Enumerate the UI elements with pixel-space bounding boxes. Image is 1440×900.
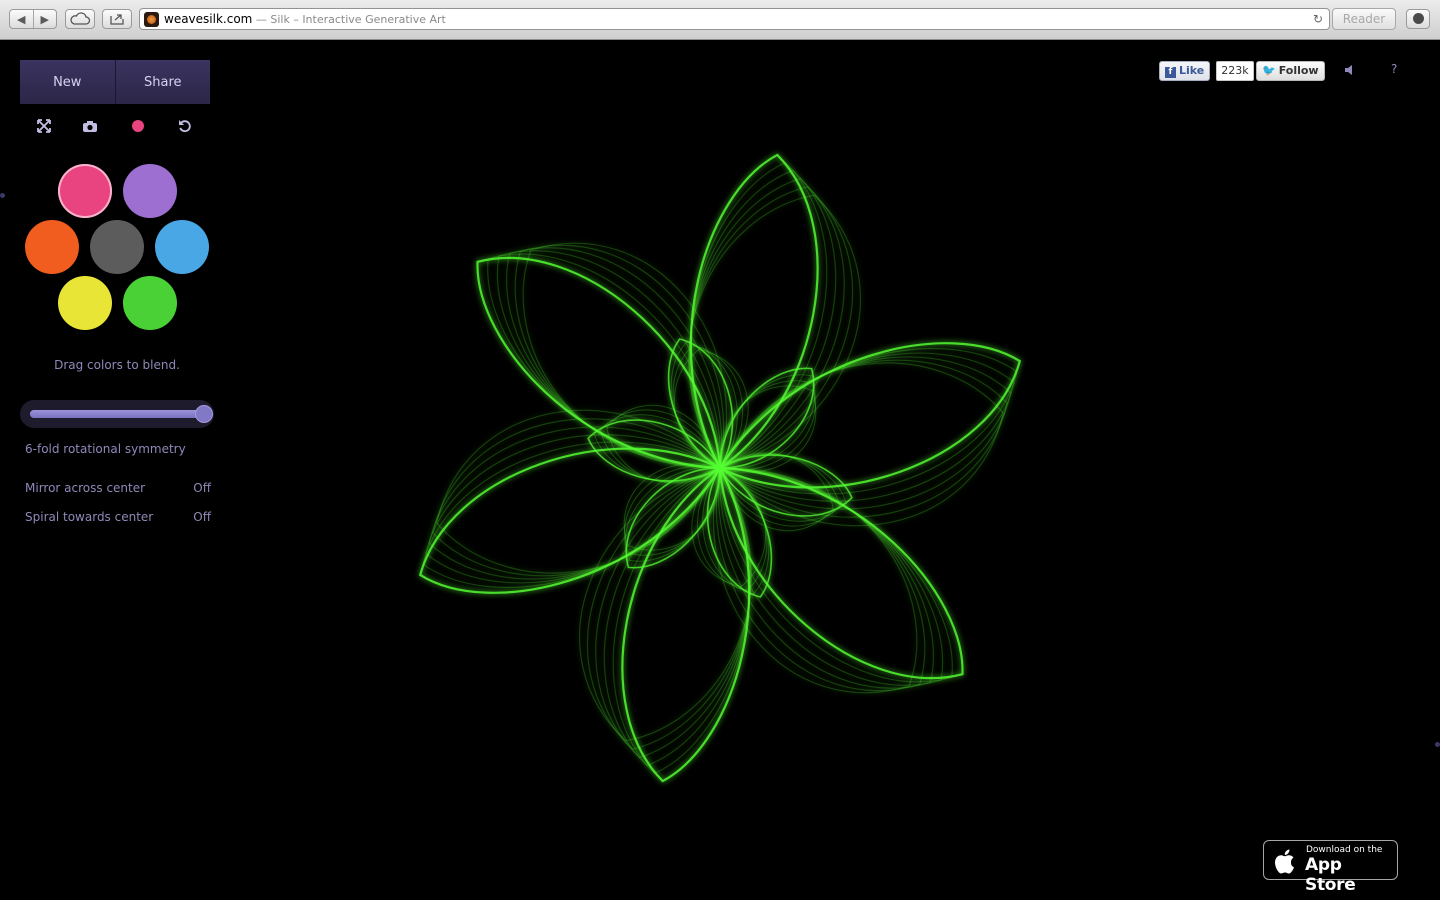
color-swatch-orange[interactable] (25, 220, 79, 274)
address-bar[interactable]: weavesilk.com — Silk – Interactive Gener… (139, 8, 1330, 30)
reader-button[interactable]: Reader (1332, 8, 1396, 30)
app-store-badge[interactable]: Download on the App Store (1263, 840, 1398, 895)
silk-stroke (719, 352, 1015, 502)
silk-stroke (436, 409, 721, 574)
silk-stroke (688, 186, 854, 469)
slider-handle[interactable] (195, 405, 213, 423)
url-text: weavesilk.com — Silk – Interactive Gener… (164, 12, 446, 26)
reload-icon[interactable]: ↻ (1313, 12, 1323, 26)
page-title: Silk – Interactive Generative Art (270, 13, 446, 26)
color-swatch-yellow[interactable] (58, 276, 112, 330)
top-actions: New Share (20, 60, 210, 104)
downloads-icon[interactable] (1406, 9, 1430, 29)
back-button[interactable]: ◀ (10, 10, 33, 28)
nav-buttons: ◀ ▶ (9, 9, 57, 29)
fullscreen-icon[interactable] (35, 117, 53, 135)
apple-icon (1275, 849, 1294, 874)
left-edge-dot (0, 193, 5, 198)
silk-flower (418, 153, 1022, 783)
color-swatch-blue[interactable] (155, 220, 209, 274)
app-store-big-text: App Store (1305, 855, 1356, 895)
mirror-toggle[interactable]: Off (193, 481, 211, 495)
color-swatch-pink[interactable] (58, 164, 112, 218)
color-swatch-green[interactable] (123, 276, 177, 330)
app-store-small-text: Download on the (1306, 845, 1383, 855)
twitter-bird-icon: 🐦 (1262, 64, 1276, 77)
title-separator: — (252, 13, 271, 26)
spiral-toggle[interactable]: Off (193, 510, 211, 524)
new-button[interactable]: New (20, 60, 115, 104)
spiral-label: Spiral towards center (25, 510, 154, 524)
symmetry-slider[interactable] (20, 400, 214, 428)
like-count: 223k (1216, 61, 1254, 81)
mirror-option[interactable]: Mirror across center Off (25, 481, 211, 495)
share-button[interactable]: Share (114, 60, 210, 104)
like-label: Like (1179, 64, 1205, 77)
silk-stroke (719, 362, 1004, 527)
symmetry-label: 6-fold rotational symmetry (25, 442, 186, 456)
silk-stroke (586, 467, 752, 750)
facebook-like-widget: f Like 223k (1159, 61, 1254, 81)
share-page-button[interactable] (102, 9, 132, 29)
blend-hint: Drag colors to blend. (54, 358, 180, 372)
help-button[interactable]: ? (1391, 62, 1397, 76)
undo-icon[interactable] (176, 117, 194, 135)
cloud-icon (70, 12, 91, 25)
sound-icon[interactable] (1344, 63, 1356, 77)
url-domain: weavesilk.com (164, 12, 253, 26)
facebook-icon: f (1165, 67, 1176, 78)
slider-fill (30, 410, 204, 418)
record-icon[interactable] (129, 117, 147, 135)
browser-toolbar: ◀ ▶ weavesilk.com — Silk – Interactive G… (0, 0, 1440, 40)
facebook-like-button[interactable]: f Like (1159, 61, 1211, 81)
forward-button[interactable]: ▶ (32, 10, 57, 28)
color-swatch-gray[interactable] (90, 220, 144, 274)
follow-label: Follow (1278, 64, 1319, 77)
camera-icon[interactable] (81, 117, 99, 135)
silk-stroke (425, 434, 721, 584)
spiral-option[interactable]: Spiral towards center Off (25, 510, 211, 524)
icloud-tabs-button[interactable] (65, 9, 95, 29)
right-edge-dot (1435, 742, 1440, 747)
site-favicon-icon (144, 12, 159, 27)
twitter-follow-button[interactable]: 🐦 Follow (1256, 61, 1325, 81)
silk-canvas[interactable] (0, 41, 1440, 900)
share-icon (110, 14, 124, 25)
mirror-label: Mirror across center (25, 481, 146, 495)
color-swatch-purple[interactable] (123, 164, 177, 218)
